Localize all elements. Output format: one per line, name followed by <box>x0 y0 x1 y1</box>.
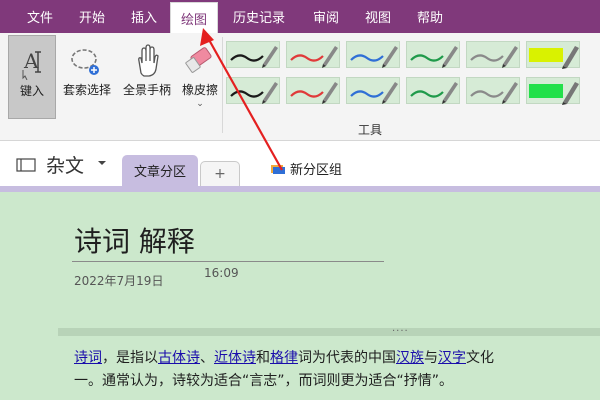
text-run: 和 <box>256 350 270 366</box>
pen-icon <box>350 82 398 104</box>
pan-hand-label: 全景手柄 <box>122 83 171 97</box>
menu-history[interactable]: 历史记录 <box>218 0 300 33</box>
pen-icon <box>470 46 518 68</box>
menu-view[interactable]: 视图 <box>352 0 404 33</box>
eraser-label: 橡皮擦 <box>181 83 218 97</box>
pen-swatch[interactable] <box>226 41 280 68</box>
pen-icon <box>350 46 398 68</box>
lasso-icon <box>70 35 104 79</box>
pen-swatch[interactable] <box>346 77 400 104</box>
page-canvas[interactable]: 诗词 解释 2022年7月19日 16:09 ···· 诗词，是指以古体诗、近体… <box>0 192 600 400</box>
text-cursor-icon: A <box>19 36 45 80</box>
notebook-icon <box>16 158 36 172</box>
new-section-group-button[interactable]: 新分区组 <box>290 159 342 178</box>
ribbon-divider <box>222 37 223 133</box>
text-run: ，是指以 <box>102 350 158 366</box>
chevron-down-icon[interactable] <box>97 159 107 167</box>
paragraph-line-1: 诗词，是指以古体诗、近体诗和格律词为代表的中国汉族与汉字文化 <box>74 347 600 370</box>
note-paragraph[interactable]: 诗词，是指以古体诗、近体诗和格律词为代表的中国汉族与汉字文化 一。通常认为，诗较… <box>74 347 600 393</box>
menu-home[interactable]: 开始 <box>66 0 118 33</box>
page-date: 2022年7月19日 <box>74 274 164 288</box>
lasso-select-button[interactable]: 套索选择 <box>58 35 116 98</box>
type-tool-label: 键入 <box>19 84 44 98</box>
pen-icon <box>529 46 579 69</box>
pen-swatch[interactable] <box>466 41 520 68</box>
section-group-icon <box>271 165 285 174</box>
pen-gallery <box>226 41 600 109</box>
text-run: 、 <box>200 350 214 366</box>
hyperlink[interactable]: 古体诗 <box>158 350 200 366</box>
add-section-tab[interactable]: + <box>200 161 240 186</box>
menu-help[interactable]: 帮助 <box>404 0 456 33</box>
pen-swatch[interactable] <box>466 77 520 104</box>
hand-icon <box>133 35 161 79</box>
eraser-button[interactable]: 橡皮擦 ⌄ <box>176 35 224 109</box>
text-run: 与 <box>424 350 438 366</box>
pen-swatch[interactable] <box>286 77 340 104</box>
title-divider <box>72 261 384 262</box>
hyperlink[interactable]: 诗词 <box>74 350 102 366</box>
notebook-name[interactable]: 杂文 <box>46 151 84 178</box>
note-container-handle[interactable] <box>58 328 600 336</box>
pen-icon <box>529 82 579 105</box>
pen-icon <box>470 82 518 104</box>
hyperlink[interactable]: 汉族 <box>396 350 424 366</box>
hyperlink[interactable]: 近体诗 <box>214 350 256 366</box>
paragraph-line-2: 一。通常认为，诗较为适合“言志”，而词则更为适合“抒情”。 <box>74 373 454 389</box>
hyperlink[interactable]: 格律 <box>270 350 298 366</box>
pen-icon <box>230 46 278 68</box>
pen-swatch[interactable] <box>406 41 460 68</box>
tools-group-label: 工具 <box>358 123 383 137</box>
chevron-down-icon[interactable]: ⌄ <box>196 99 204 109</box>
tab-article-section[interactable]: 文章分区 <box>122 155 198 186</box>
pen-swatch[interactable] <box>286 41 340 68</box>
pen-icon <box>290 46 338 68</box>
pen-swatch[interactable] <box>406 77 460 104</box>
pen-icon <box>290 82 338 104</box>
pen-swatch[interactable] <box>226 77 280 104</box>
lasso-select-label: 套索选择 <box>62 83 111 97</box>
type-tool-button[interactable]: A 键入 <box>8 35 56 119</box>
pen-swatch[interactable] <box>526 77 580 105</box>
text-run: 文化 <box>466 350 494 366</box>
hyperlink[interactable]: 汉字 <box>438 350 466 366</box>
text-run: 词为代表的中国 <box>298 350 396 366</box>
pen-icon <box>410 46 458 68</box>
menu-insert[interactable]: 插入 <box>118 0 170 33</box>
drag-handle-icon[interactable]: ···· <box>392 327 409 337</box>
menu-bar: 文件 开始 插入 绘图 历史记录 审阅 视图 帮助 <box>0 0 600 33</box>
menu-review[interactable]: 审阅 <box>300 0 352 33</box>
pan-hand-button[interactable]: 全景手柄 <box>118 35 176 98</box>
pen-icon <box>410 82 458 104</box>
pen-swatch[interactable] <box>526 41 580 69</box>
page-time: 16:09 <box>204 266 239 280</box>
eraser-icon <box>185 35 215 79</box>
menu-file[interactable]: 文件 <box>14 0 66 33</box>
pen-icon <box>230 82 278 104</box>
section-bar: 杂文 文章分区 + 新分区组 <box>0 141 600 186</box>
page-title[interactable]: 诗词 解释 <box>74 220 195 260</box>
ribbon: A 键入 套索选择 全景手柄 橡皮擦 ⌄ 工具 <box>0 33 600 141</box>
menu-draw[interactable]: 绘图 <box>170 2 218 33</box>
pen-swatch[interactable] <box>346 41 400 68</box>
